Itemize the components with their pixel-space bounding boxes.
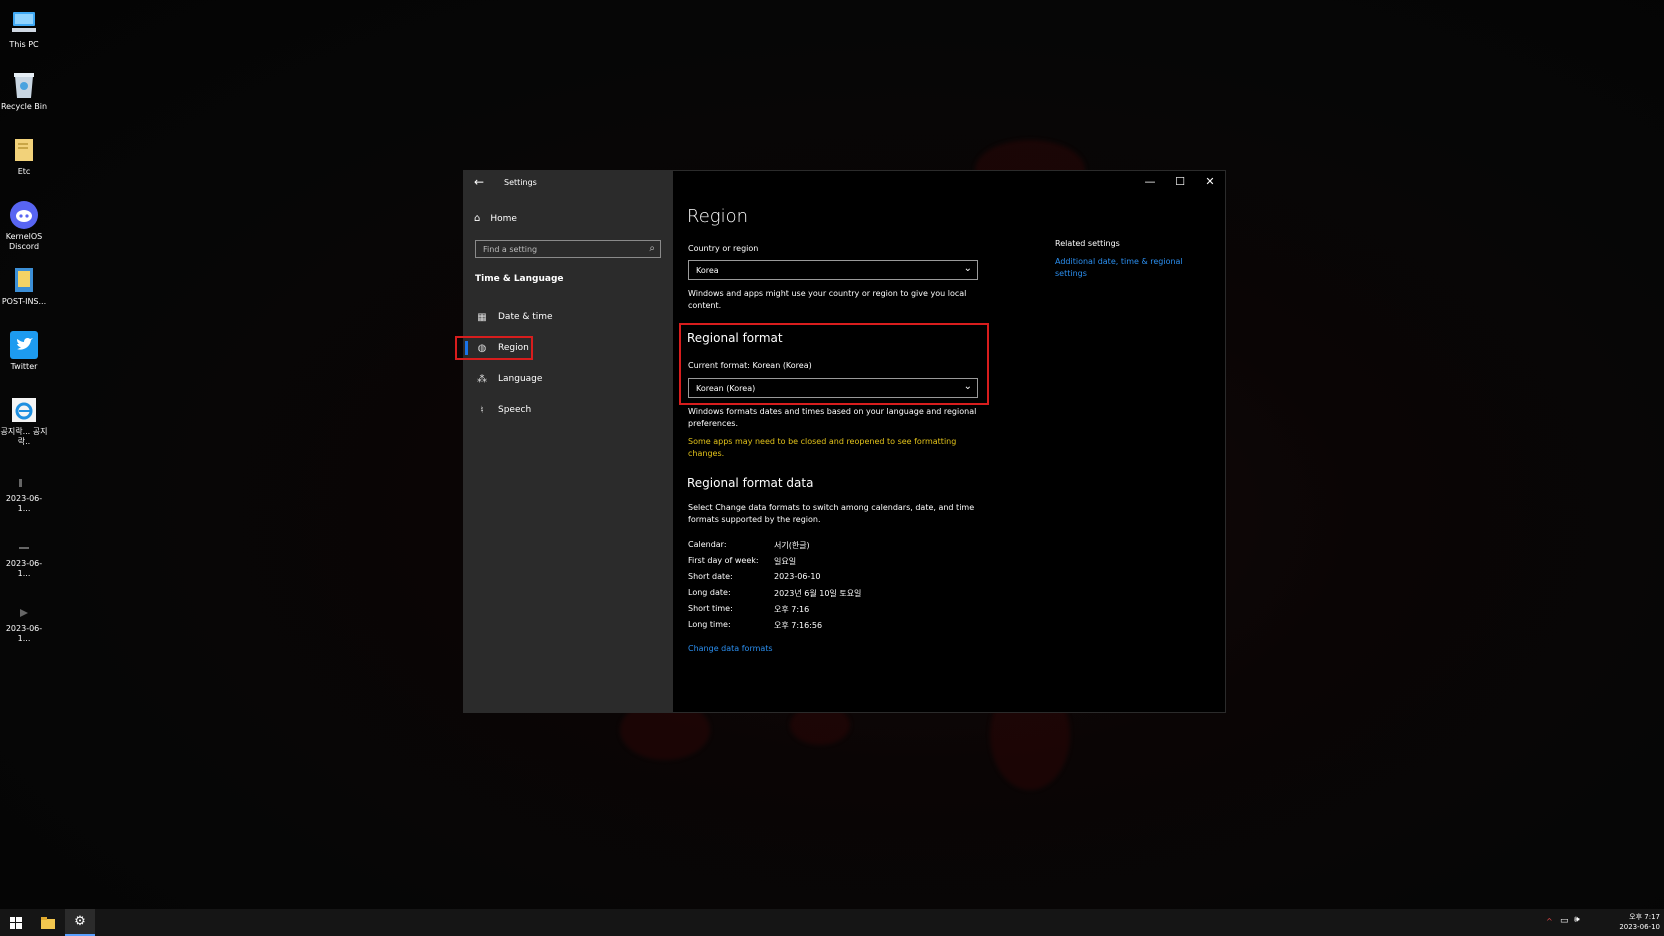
sidebar-item-speech[interactable]: ♮ Speech — [464, 397, 673, 423]
country-note: Windows and apps might use your country … — [688, 289, 967, 310]
internet-explorer-icon — [9, 395, 39, 425]
settings-taskbar-button[interactable]: ⚙ — [65, 909, 95, 936]
clock[interactable]: 오후 7:17 2023-06-10 — [1619, 912, 1660, 932]
file-icon — [9, 539, 39, 557]
related-settings-title: Related settings — [1055, 239, 1120, 248]
desktop-icon-file-1[interactable]: 2023-06-1... — [0, 474, 48, 514]
settings-window: ← Settings ⌂ Home Find a setting ⌕ Time … — [463, 170, 1226, 713]
regional-format-highlight-box — [679, 323, 989, 405]
row-key: Long time: — [688, 620, 731, 629]
close-button[interactable]: ✕ — [1195, 171, 1225, 193]
desktop-icon-post-install[interactable]: POST-INS... — [0, 265, 48, 307]
computer-icon — [9, 8, 39, 38]
taskbar: ⚙ ^ ▭ 🕪 오후 7:17 2023-06-10 — [0, 909, 1664, 936]
row-value: 2023년 6월 10일 토요일 — [774, 589, 862, 598]
recycle-bin-icon — [9, 70, 39, 100]
desktop-icon-file-2[interactable]: 2023-06-1... — [0, 539, 48, 579]
file-explorer-button[interactable] — [33, 909, 63, 936]
sidebar-item-label: Speech — [498, 405, 532, 415]
volume-icon[interactable]: 🕪 — [1574, 915, 1580, 925]
country-value: Korea — [696, 266, 719, 275]
format-row-long-time: Long time: 오후 7:16:56 — [688, 620, 822, 631]
calendar-clock-icon: ▦ — [477, 311, 487, 323]
start-button[interactable] — [1, 909, 31, 936]
minimize-button[interactable]: — — [1135, 171, 1165, 193]
desktop-icon-notice[interactable]: 공지락... 공지락.. — [0, 395, 48, 447]
format-data-note: Select Change data formats to switch amo… — [688, 503, 975, 524]
row-key: Short time: — [688, 604, 733, 613]
clock-time: 오후 7:17 — [1629, 913, 1660, 921]
regional-format-data-heading: Regional format data — [687, 476, 814, 490]
country-label: Country or region — [688, 244, 759, 253]
window-title: Settings — [504, 178, 537, 187]
format-row-short-date: Short date: 2023-06-10 — [688, 572, 821, 581]
row-key: Calendar: — [688, 540, 727, 549]
search-icon[interactable]: ⌕ — [649, 243, 655, 254]
format-row-calendar: Calendar: 서기(한글) — [688, 540, 810, 551]
format-row-first-day: First day of week: 일요일 — [688, 556, 796, 567]
discord-icon — [9, 200, 39, 230]
gear-icon: ⚙ — [74, 914, 86, 929]
file-icon — [9, 604, 39, 622]
desktop-icon-file-3[interactable]: 2023-06-1... — [0, 604, 48, 644]
microphone-icon: ♮ — [480, 404, 484, 416]
chevron-down-icon: ⌄ — [963, 263, 972, 274]
row-value: 2023-06-10 — [774, 572, 821, 581]
format-warning: Some apps may need to be closed and reop… — [688, 437, 957, 458]
network-icon[interactable]: ▭ — [1560, 916, 1569, 926]
settings-content: — ☐ ✕ Region Country or region Korea ⌄ W… — [673, 171, 1225, 712]
folder-icon — [9, 135, 39, 165]
row-value: 오후 7:16:56 — [774, 621, 823, 630]
desktop-icon-etc[interactable]: Etc — [0, 135, 48, 177]
page-title: Region — [687, 206, 748, 227]
format-row-short-time: Short time: 오후 7:16 — [688, 604, 809, 615]
file-icon — [9, 474, 39, 492]
desktop-icon-recycle-bin[interactable]: Recycle Bin — [0, 70, 48, 112]
sidebar-item-label: Language — [498, 374, 543, 384]
folder-icon — [41, 916, 55, 929]
sidebar-item-label: Date & time — [498, 312, 553, 322]
row-value: 일요일 — [774, 557, 797, 566]
row-value: 오후 7:16 — [774, 605, 810, 614]
search-placeholder: Find a setting — [483, 245, 538, 254]
row-key: Long date: — [688, 588, 731, 597]
sidebar-item-date-time[interactable]: ▦ Date & time — [464, 304, 673, 330]
desktop-icon-discord[interactable]: KernelOS Discord — [0, 200, 48, 252]
system-tray: ^ ▭ 🕪 오후 7:17 2023-06-10 — [1544, 909, 1664, 936]
additional-settings-link[interactable]: Additional date, time & regional setting… — [1055, 256, 1195, 279]
chevron-up-icon[interactable]: ^ — [1546, 917, 1553, 926]
row-key: First day of week: — [688, 556, 759, 565]
maximize-button[interactable]: ☐ — [1165, 171, 1195, 193]
row-value: 서기(한글) — [774, 541, 810, 550]
windows-logo-icon — [10, 916, 22, 929]
row-key: Short date: — [688, 572, 733, 581]
desktop-icon-this-pc[interactable]: This PC — [0, 8, 48, 50]
format-row-long-date: Long date: 2023년 6월 10일 토요일 — [688, 588, 861, 599]
format-note: Windows formats dates and times based on… — [688, 407, 977, 428]
back-arrow-icon[interactable]: ← — [474, 175, 484, 189]
home-label: Home — [490, 213, 517, 224]
country-dropdown[interactable]: Korea ⌄ — [688, 260, 978, 280]
sidebar-group-title: Time & Language — [475, 274, 564, 284]
twitter-icon — [9, 330, 39, 360]
clock-date: 2023-06-10 — [1619, 923, 1660, 931]
language-icon: ⁂ — [477, 373, 487, 385]
settings-sidebar: ← Settings ⌂ Home Find a setting ⌕ Time … — [464, 171, 673, 712]
home-icon: ⌂ — [474, 213, 481, 224]
sidebar-home[interactable]: ⌂ Home — [474, 213, 517, 224]
folder-icon — [9, 265, 39, 295]
search-input[interactable]: Find a setting ⌕ — [475, 240, 661, 258]
desktop-icon-twitter[interactable]: Twitter — [0, 330, 48, 372]
sidebar-item-language[interactable]: ⁂ Language — [464, 366, 673, 392]
change-data-formats-link[interactable]: Change data formats — [688, 643, 773, 655]
region-highlight-box — [455, 336, 533, 360]
